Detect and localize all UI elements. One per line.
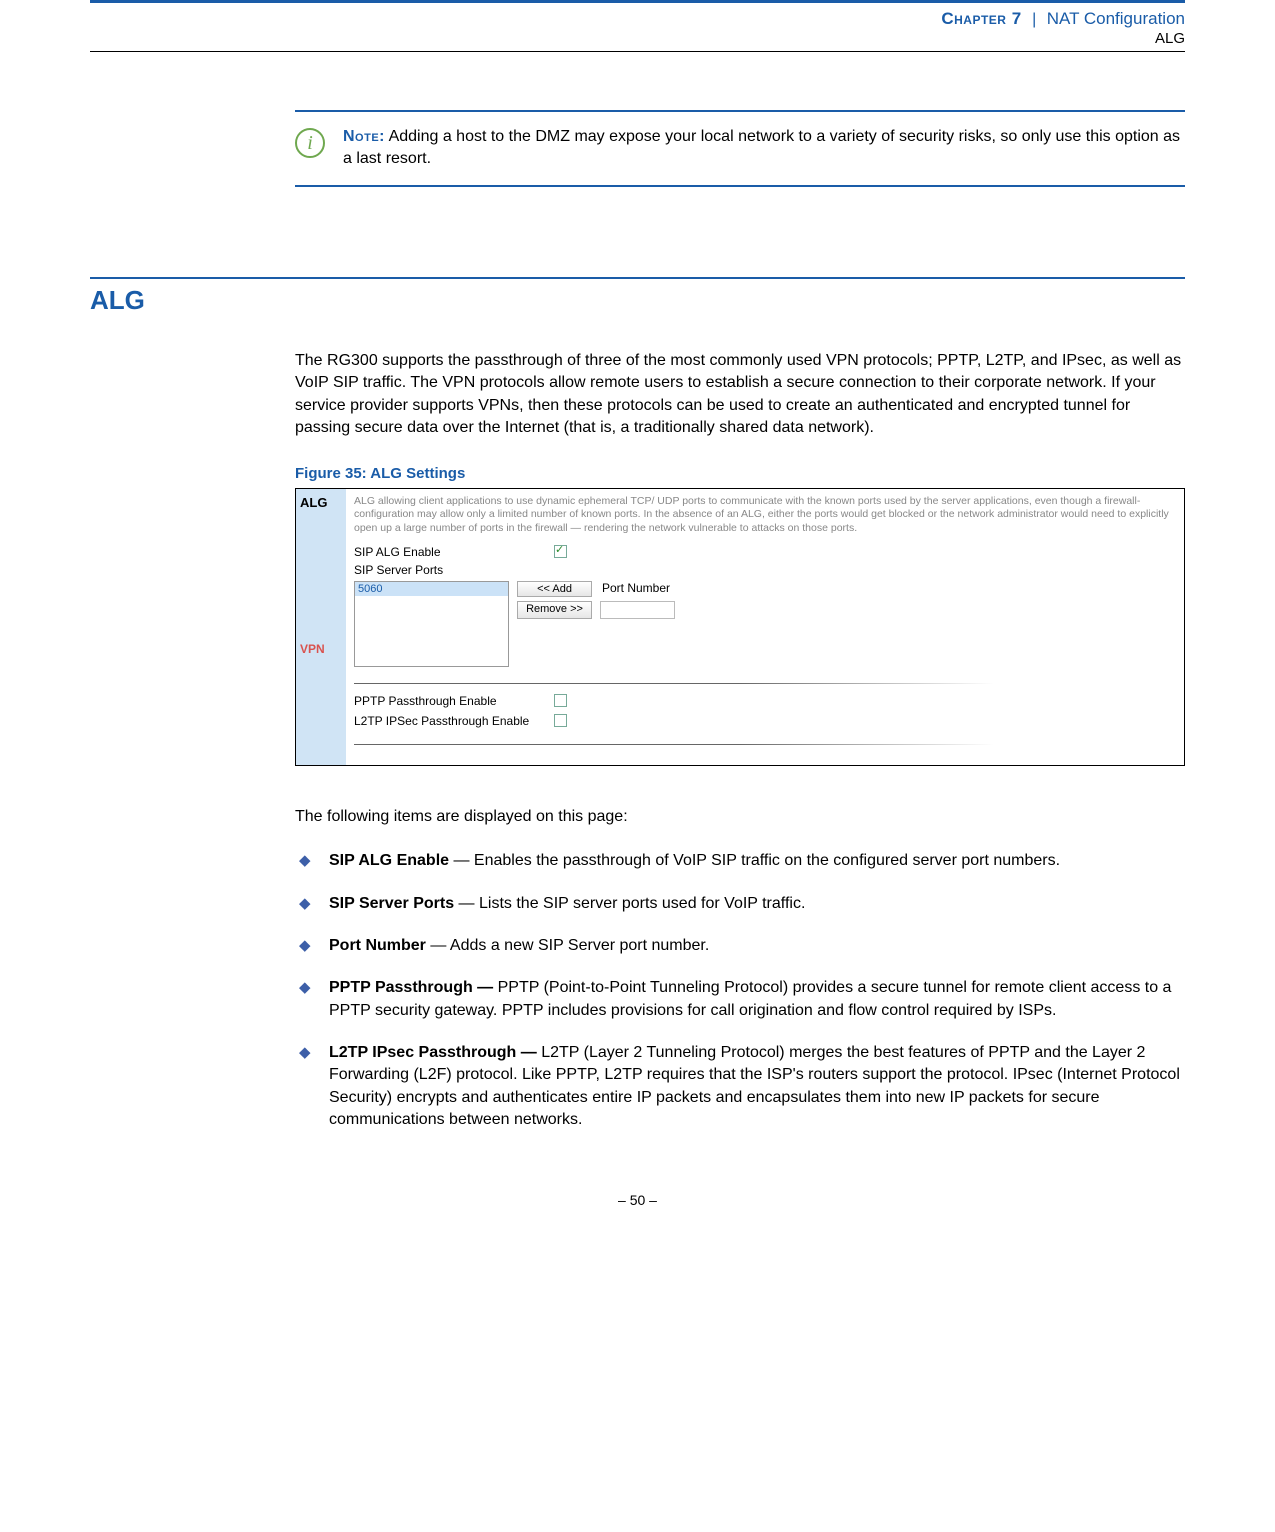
chapter-subtitle: ALG — [90, 30, 1185, 47]
port-number-label: Port Number — [602, 581, 670, 595]
item-title: SIP Server Ports — [329, 895, 454, 912]
pptp-checkbox[interactable] — [554, 694, 567, 707]
note-text: Note: Adding a host to the DMZ may expos… — [343, 126, 1185, 171]
section-rule — [90, 277, 1185, 279]
list-item: Port Number — Adds a new SIP Server port… — [295, 935, 1185, 957]
sip-enable-label: SIP ALG Enable — [354, 545, 554, 559]
list-item: PPTP Passthrough — PPTP (Point-to-Point … — [295, 977, 1185, 1022]
item-title: L2TP IPsec Passthrough — — [329, 1044, 541, 1061]
port-number-input[interactable] — [600, 601, 675, 619]
chapter-title: NAT Configuration — [1047, 9, 1185, 28]
figure-divider — [354, 683, 994, 684]
section-heading: ALG — [90, 285, 1185, 316]
items-intro: The following items are displayed on thi… — [295, 806, 1185, 828]
sip-ports-listbox[interactable]: 5060 — [354, 581, 509, 667]
section-intro: The RG300 supports the passthrough of th… — [295, 350, 1185, 440]
item-text: Enables the passthrough of VoIP SIP traf… — [474, 852, 1060, 869]
sidebar-label-vpn: VPN — [300, 642, 342, 656]
note-box: i Note: Adding a host to the DMZ may exp… — [295, 110, 1185, 187]
remove-button[interactable]: Remove >> — [517, 601, 592, 619]
header-bar: Chapter 7 | NAT Configuration ALG — [90, 0, 1185, 40]
item-title: SIP ALG Enable — [329, 852, 449, 869]
add-button[interactable]: << Add — [517, 581, 592, 597]
figure-box: ALG VPN ALG allowing client applications… — [295, 488, 1185, 765]
note-label: Note: — [343, 128, 385, 145]
header-rule — [90, 51, 1185, 52]
figure-divider — [354, 744, 994, 745]
list-item: L2TP IPsec Passthrough — L2TP (Layer 2 T… — [295, 1042, 1185, 1132]
l2tp-checkbox[interactable] — [554, 714, 567, 727]
note-body: Adding a host to the DMZ may expose your… — [343, 128, 1180, 167]
figure-caption: Figure 35: ALG Settings — [295, 465, 1185, 482]
sip-enable-checkbox[interactable] — [554, 545, 567, 558]
figure-description: ALG allowing client applications to use … — [354, 495, 1174, 534]
item-sep: — — [454, 895, 479, 912]
item-title: PPTP Passthrough — — [329, 979, 498, 996]
list-item[interactable]: 5060 — [355, 582, 508, 596]
l2tp-label: L2TP IPSec Passthrough Enable — [354, 714, 554, 728]
sip-ports-label: SIP Server Ports — [354, 563, 554, 577]
item-list: SIP ALG Enable — Enables the passthrough… — [295, 850, 1185, 1132]
page-number: – 50 – — [90, 1192, 1185, 1208]
item-text: Lists the SIP server ports used for VoIP… — [479, 895, 805, 912]
item-sep: — — [426, 937, 450, 954]
figure-sidebar: ALG VPN — [296, 489, 346, 764]
item-text: Adds a new SIP Server port number. — [450, 937, 709, 954]
sidebar-label-alg: ALG — [300, 495, 342, 510]
item-title: Port Number — [329, 937, 426, 954]
item-sep: — — [449, 852, 474, 869]
chapter-label: Chapter 7 — [941, 9, 1021, 28]
pptp-label: PPTP Passthrough Enable — [354, 694, 554, 708]
list-item: SIP ALG Enable — Enables the passthrough… — [295, 850, 1185, 872]
info-icon: i — [295, 128, 325, 158]
list-item: SIP Server Ports — Lists the SIP server … — [295, 893, 1185, 915]
chapter-separator: | — [1032, 11, 1036, 28]
